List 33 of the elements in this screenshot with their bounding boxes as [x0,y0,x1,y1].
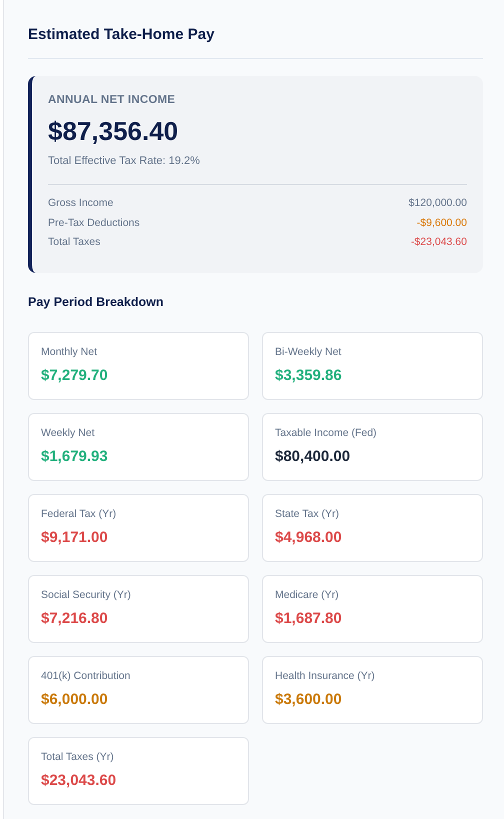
tax-rate-text: Total Effective Tax Rate: 19.2% [48,155,201,167]
stat-value: $7,279.70 [41,366,109,384]
stat-value: $4,968.00 [275,528,343,546]
stat-label: 401(k) Contribution [41,670,132,682]
summary-label: ANNUAL NET INCOME [48,94,176,106]
stat-value: $1,687.80 [275,610,343,626]
stat-value: $7,216.80 [41,610,109,626]
summary-row-value: -$9,600.00 [416,216,467,230]
summary-row-label: Gross Income [48,196,114,211]
panel-title: Estimated Take-Home Pay [28,26,483,59]
stat-value: $23,043.60 [41,772,118,788]
stat-value: $80,400.00 [275,448,352,464]
stat-label: Weekly Net [41,426,96,438]
stat-value: $3,359.86 [275,366,343,384]
summary-row-label: Pre-Tax Deductions [48,216,140,230]
section-heading: Pay Period Breakdown [28,294,164,308]
summary-row-label: Total Taxes [48,235,100,250]
stat-label: Medicare (Yr) [275,588,340,600]
stat-label: Total Taxes (Yr) [41,750,115,762]
stat-value: $9,171.00 [41,528,109,546]
stat-label: Monthly Net [41,346,98,358]
stat-label: State Tax (Yr) [275,508,340,520]
stat-value: $1,679.93 [41,448,109,464]
stat-label: Bi-Weekly Net [275,346,342,358]
stat-value: $3,600.00 [275,690,343,708]
stat-label: Taxable Income (Fed) [275,426,378,438]
stat-value: $6,000.00 [41,690,109,708]
stat-label: Health Insurance (Yr) [275,670,376,682]
summary-row-value: $120,000.00 [408,196,467,211]
net-income-amount: $87,356.40 [48,116,180,147]
stat-label: Social Security (Yr) [41,588,132,600]
summary-row-value: -$23,043.60 [410,235,467,250]
stat-label: Federal Tax (Yr) [41,508,118,520]
